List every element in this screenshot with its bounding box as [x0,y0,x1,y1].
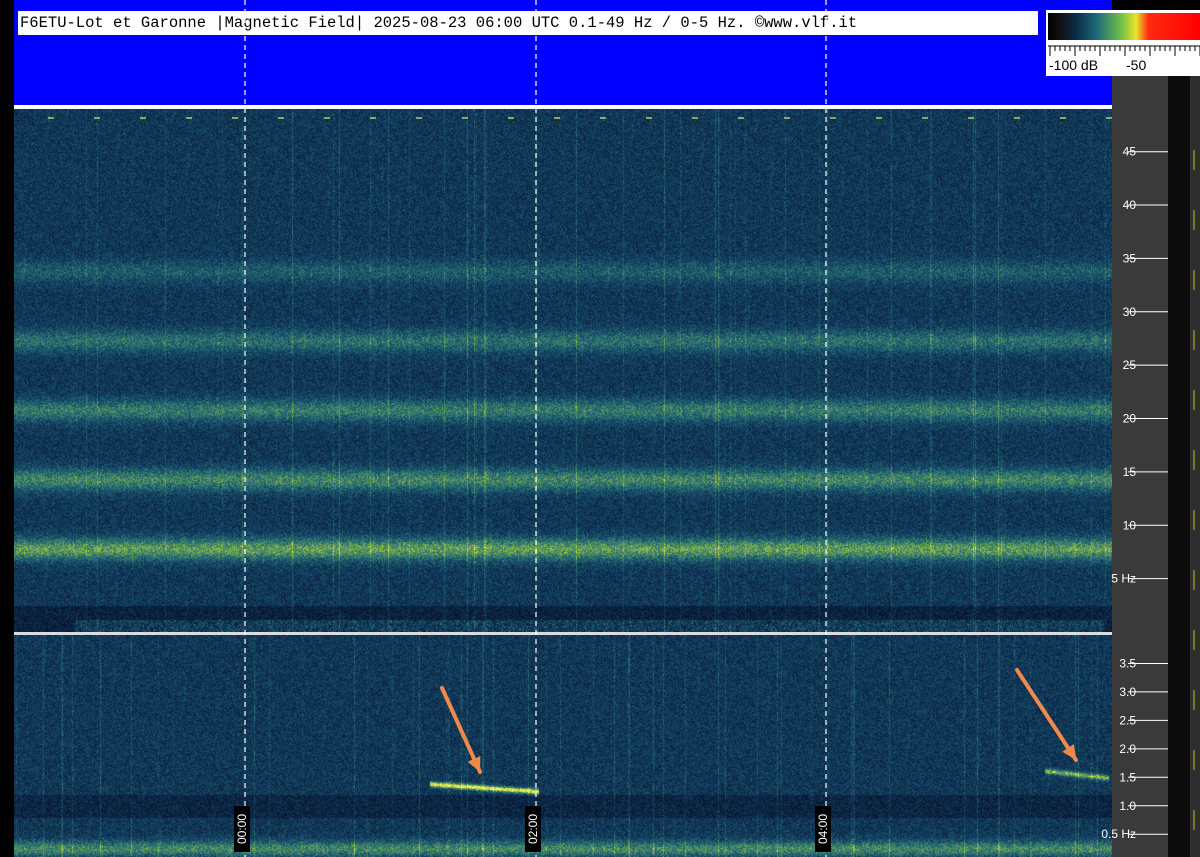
time-label-group: 02:00 [525,806,541,852]
y-tick-label-top: 20 [1123,412,1137,426]
time-label: 02:00 [526,814,540,844]
time-label: 00:00 [235,814,249,844]
y-tick-label-bottom: 1.5 [1119,770,1136,784]
time-label: 04:00 [816,814,830,844]
time-label-group: 04:00 [815,806,831,852]
y-tick-label-bottom: 3.0 [1119,685,1136,699]
y-tick-label-top: 35 [1123,251,1137,265]
arrow-shaft [1015,668,1078,762]
y-tick-label-top: 10 [1123,518,1137,532]
y-tick-label-top: 15 [1123,465,1137,479]
y-tick-label-top: 5 Hz [1111,572,1136,586]
y-tick-label-bottom: 2.0 [1119,742,1136,756]
annotation-arrow [440,686,482,774]
y-tick-label-top: 25 [1123,358,1137,372]
y-tick-label-bottom: 2.5 [1119,713,1136,727]
y-tick-label-bottom: 1.0 [1119,799,1136,813]
y-tick-label-top: 30 [1123,305,1137,319]
chart-overlay: 5 Hz 10 15 20 25 30 35 40 45 0.5 Hz 1.0 1.5 2.0 2.5 3.… [48,0,1195,857]
y-tick-label-bottom: 0.5 Hz [1101,827,1136,841]
y-tick-label-top: 45 [1123,145,1137,159]
annotation-arrow [1015,668,1078,762]
time-label-group: 00:00 [234,806,250,852]
y-tick-label-top: 40 [1123,198,1137,212]
y-tick-label-bottom: 3.5 [1119,656,1136,670]
